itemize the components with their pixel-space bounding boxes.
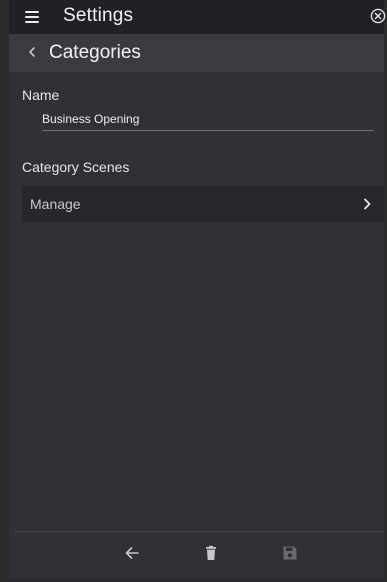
settings-screen: Settings Categories Name Category Scenes… [0,0,387,582]
category-scenes-label: Category Scenes [22,159,130,175]
hamburger-menu-icon[interactable] [25,11,39,23]
chevron-right-icon [364,198,371,210]
manage-label: Manage [30,196,81,212]
save-floppy-icon[interactable] [281,544,299,562]
name-label: Name [22,87,60,103]
close-circle-icon[interactable] [370,8,386,24]
chevron-left-icon[interactable] [27,45,37,59]
manage-scenes-button[interactable]: Manage [22,186,384,222]
app-title: Settings [63,5,134,26]
name-input[interactable] [42,108,374,131]
arrow-left-icon[interactable] [123,544,141,562]
page-header: Categories [9,34,384,72]
trash-icon[interactable] [202,544,220,562]
top-app-bar: Settings [9,0,386,34]
page-title: Categories [49,42,141,63]
bottom-toolbar [15,531,384,575]
